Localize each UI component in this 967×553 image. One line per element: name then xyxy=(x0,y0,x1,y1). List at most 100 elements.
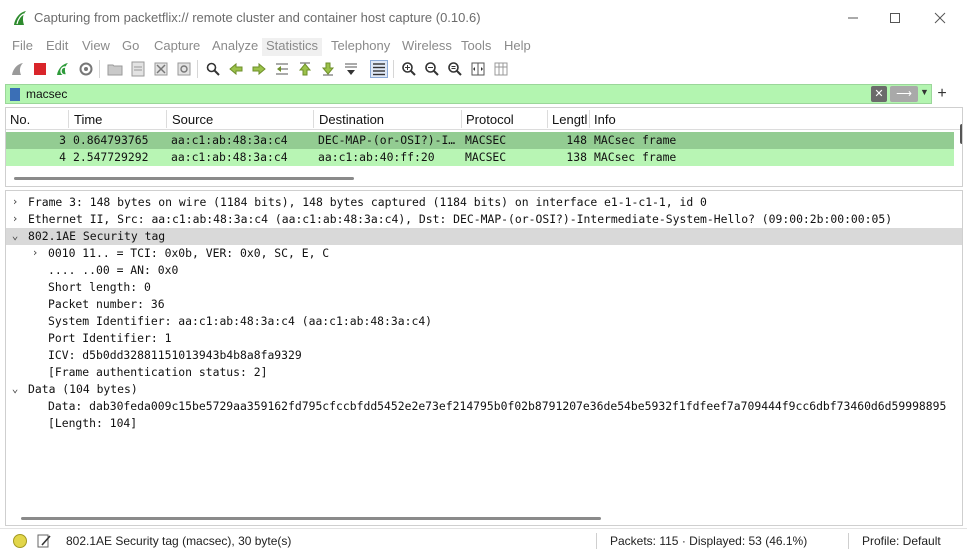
close-file-button[interactable] xyxy=(152,60,170,78)
detail-row-data-bytes[interactable]: Data: dab30feda009c15be5729aa359162fd795… xyxy=(6,398,962,415)
column-header-no[interactable]: No. xyxy=(10,112,30,127)
go-back-button[interactable] xyxy=(227,60,245,78)
detail-row-data[interactable]: ⌄ Data (104 bytes) xyxy=(6,381,962,398)
zoom-out-button[interactable] xyxy=(423,60,441,78)
column-divider[interactable] xyxy=(547,110,548,128)
capture-options-button[interactable] xyxy=(77,60,95,78)
menu-edit[interactable]: Edit xyxy=(42,38,72,56)
column-divider[interactable] xyxy=(589,110,590,128)
shark-fin-icon xyxy=(12,63,23,75)
start-capture-button[interactable] xyxy=(9,60,27,78)
column-divider[interactable] xyxy=(461,110,462,128)
detail-row-ethernet[interactable]: › Ethernet II, Src: aa:c1:ab:48:3a:c4 (a… xyxy=(6,211,962,228)
go-forward-button[interactable] xyxy=(250,60,268,78)
menu-view[interactable]: View xyxy=(78,38,114,56)
autoscroll-button[interactable] xyxy=(342,60,360,78)
minimize-button[interactable] xyxy=(842,8,864,28)
packet-details-horizontal-scrollbar[interactable] xyxy=(21,517,601,520)
detail-row-tci[interactable]: › 0010 11.. = TCI: 0x0b, VER: 0x0, SC, E… xyxy=(6,245,962,262)
packet-row[interactable]: 3 0.864793765 aa:c1:ab:48:3a:c4 DEC-MAP-… xyxy=(6,132,954,149)
find-packet-button[interactable] xyxy=(204,60,222,78)
detail-text: .... ..00 = AN: 0x0 xyxy=(48,263,179,277)
chevron-down-icon[interactable]: ⌄ xyxy=(10,382,20,395)
zoom-in-button[interactable] xyxy=(400,60,418,78)
apply-filter-button[interactable]: ⟶ xyxy=(890,86,918,102)
reload-file-button[interactable] xyxy=(175,60,193,78)
last-packet-button[interactable] xyxy=(319,60,337,78)
cell-source: aa:c1:ab:48:3a:c4 xyxy=(171,150,288,164)
column-divider[interactable] xyxy=(68,110,69,128)
column-header-time[interactable]: Time xyxy=(74,112,102,127)
detail-row-short-length[interactable]: Short length: 0 xyxy=(6,279,962,296)
reload-icon xyxy=(177,62,191,76)
menu-wireless[interactable]: Wireless xyxy=(398,38,456,56)
detail-row-icv[interactable]: ICV: d5b0dd32881151013943b4b8a8fa9329 xyxy=(6,347,962,364)
close-icon: ✕ xyxy=(874,88,884,100)
colorize-button[interactable] xyxy=(370,60,388,78)
packet-row[interactable]: 4 2.547729292 aa:c1:ab:48:3a:c4 aa:c1:ab… xyxy=(6,149,954,166)
maximize-button[interactable] xyxy=(884,8,906,28)
detail-row-packet-number[interactable]: Packet number: 36 xyxy=(6,296,962,313)
restart-capture-button[interactable] xyxy=(54,60,72,78)
detail-text: 0010 11.. = TCI: 0x0b, VER: 0x0, SC, E, … xyxy=(48,246,330,260)
detail-row-system-identifier[interactable]: System Identifier: aa:c1:ab:48:3a:c4 (aa… xyxy=(6,313,962,330)
close-button[interactable] xyxy=(929,8,951,28)
chevron-down-icon[interactable]: ⌄ xyxy=(10,229,20,242)
column-header-protocol[interactable]: Protocol xyxy=(466,112,514,127)
menu-help[interactable]: Help xyxy=(500,38,535,56)
menu-bar: File Edit View Go Capture Analyze Statis… xyxy=(0,36,967,57)
chevron-right-icon[interactable]: › xyxy=(30,246,40,259)
column-divider[interactable] xyxy=(166,110,167,128)
clear-filter-button[interactable]: ✕ xyxy=(871,86,887,102)
chevron-right-icon[interactable]: › xyxy=(10,212,20,225)
first-packet-button[interactable] xyxy=(296,60,314,78)
expert-info-icon[interactable] xyxy=(13,534,27,548)
filter-bookmark-icon[interactable] xyxy=(10,88,20,101)
open-file-button[interactable] xyxy=(106,60,124,78)
menu-capture[interactable]: Capture xyxy=(150,38,204,56)
menu-go[interactable]: Go xyxy=(118,38,143,56)
detail-row-frame[interactable]: › Frame 3: 148 bytes on wire (1184 bits)… xyxy=(6,194,962,211)
cell-destination: DEC-MAP-(or-OSI?)-I… xyxy=(318,133,456,147)
column-header-info[interactable]: Info xyxy=(594,112,616,127)
status-field-info: 802.1AE Security tag (macsec), 30 byte(s… xyxy=(66,534,292,548)
detail-row-data-length[interactable]: [Length: 104] xyxy=(6,415,962,432)
normal-size-button[interactable] xyxy=(446,60,464,78)
detail-row-an[interactable]: .... ..00 = AN: 0x0 xyxy=(6,262,962,279)
column-header-length[interactable]: Lengtl xyxy=(552,112,588,127)
add-filter-button[interactable]: + xyxy=(934,84,950,104)
menu-file[interactable]: File xyxy=(8,38,37,56)
chevron-right-icon[interactable]: › xyxy=(10,195,20,208)
search-icon xyxy=(206,62,220,76)
cell-time: 0.864793765 xyxy=(73,133,149,147)
detail-row-security-tag[interactable]: ⌄ 802.1AE Security tag xyxy=(6,228,962,245)
detail-row-frame-auth-status[interactable]: [Frame authentication status: 2] xyxy=(6,364,962,381)
colorize-lines-icon xyxy=(373,63,385,76)
title-bar: Capturing from packetflix:// remote clus… xyxy=(0,0,967,36)
menu-analyze[interactable]: Analyze xyxy=(208,38,262,56)
close-icon xyxy=(934,12,946,24)
stop-capture-button[interactable] xyxy=(31,60,49,78)
status-profile[interactable]: Profile: Default xyxy=(862,534,941,548)
detail-row-port-identifier[interactable]: Port Identifier: 1 xyxy=(6,330,962,347)
column-header-destination[interactable]: Destination xyxy=(319,112,384,127)
gear-icon xyxy=(79,62,93,76)
column-divider[interactable] xyxy=(313,110,314,128)
menu-tools[interactable]: Tools xyxy=(457,38,495,56)
packet-list-vertical-scrollbar[interactable] xyxy=(960,124,962,144)
toolbar-separator xyxy=(99,60,100,78)
go-to-packet-button[interactable] xyxy=(273,60,291,78)
save-file-button[interactable] xyxy=(129,60,147,78)
expand-columns-button[interactable] xyxy=(492,60,510,78)
menu-telephony[interactable]: Telephony xyxy=(327,38,394,56)
column-header-source[interactable]: Source xyxy=(172,112,213,127)
capture-comment-icon[interactable] xyxy=(36,533,52,549)
main-toolbar xyxy=(0,57,967,81)
maximize-icon xyxy=(890,13,900,23)
filter-history-dropdown[interactable]: ▼ xyxy=(920,87,929,97)
menu-statistics[interactable]: Statistics xyxy=(262,38,323,56)
display-filter-input[interactable] xyxy=(26,86,846,102)
resize-columns-button[interactable] xyxy=(469,60,487,78)
detail-text: System Identifier: aa:c1:ab:48:3a:c4 (aa… xyxy=(48,314,433,328)
packet-list-horizontal-scrollbar[interactable] xyxy=(14,177,354,180)
